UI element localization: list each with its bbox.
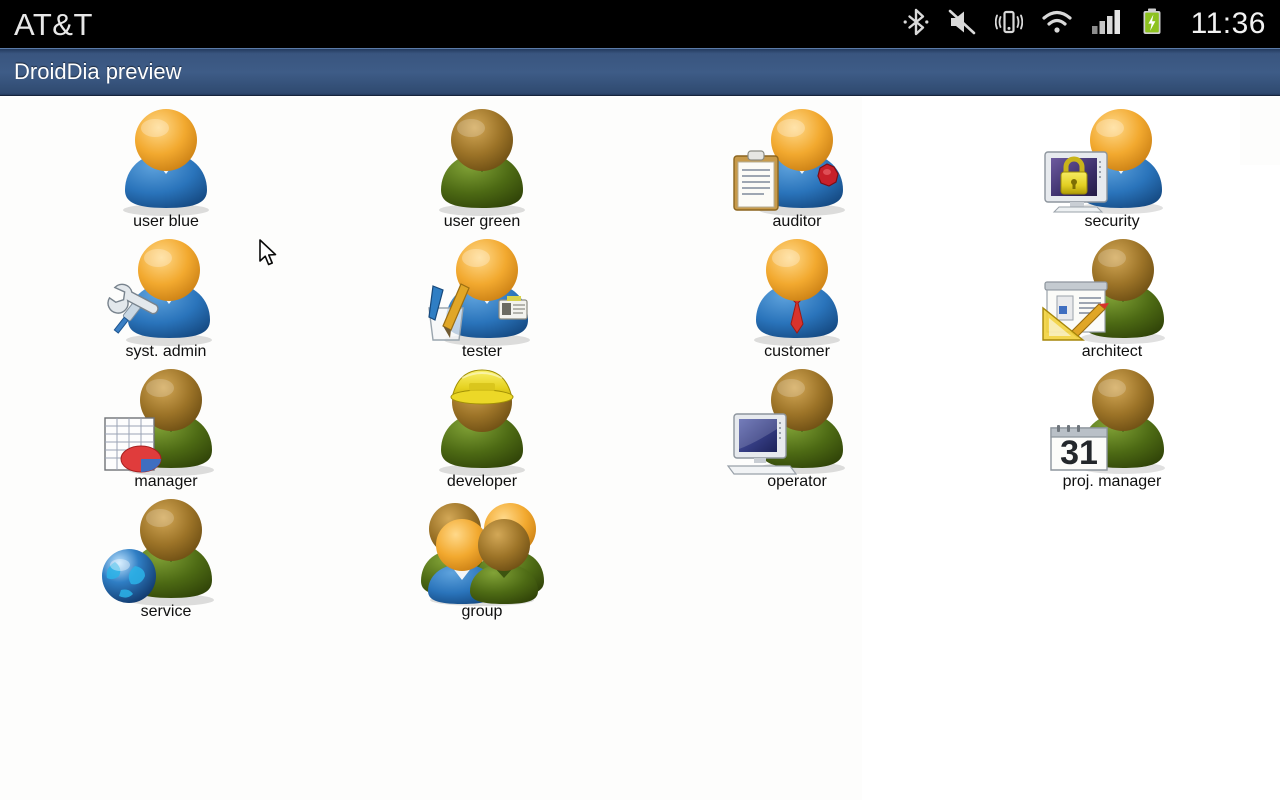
user-green-icon bbox=[407, 106, 557, 218]
architect-icon bbox=[1037, 236, 1187, 348]
auditor-icon bbox=[722, 106, 872, 218]
shape-proj-manager[interactable]: 31 proj. manager bbox=[1037, 366, 1187, 490]
group-icon bbox=[407, 496, 557, 608]
shape-architect[interactable]: architect bbox=[1037, 236, 1187, 360]
security-icon bbox=[1037, 106, 1187, 218]
carrier-label: AT&T bbox=[14, 6, 93, 42]
shape-manager[interactable]: manager bbox=[91, 366, 241, 490]
speaker-mute-icon bbox=[947, 7, 977, 42]
page-title: DroidDia preview bbox=[14, 58, 182, 84]
status-bar: AT&T 11:36 bbox=[0, 0, 1280, 48]
canvas-edge-background bbox=[1240, 97, 1280, 165]
tester-icon bbox=[407, 236, 557, 348]
shape-auditor[interactable]: auditor bbox=[722, 106, 872, 230]
shape-security[interactable]: security bbox=[1037, 106, 1187, 230]
shape-customer[interactable]: customer bbox=[722, 236, 872, 360]
proj-manager-icon: 31 bbox=[1037, 366, 1187, 478]
shape-user-green[interactable]: user green bbox=[407, 106, 557, 230]
shape-tester[interactable]: tester bbox=[407, 236, 557, 360]
battery-charging-icon bbox=[1141, 7, 1163, 42]
shape-service[interactable]: service bbox=[91, 496, 241, 620]
shape-group[interactable]: group bbox=[407, 496, 557, 620]
service-icon bbox=[91, 496, 241, 608]
bluetooth-icon bbox=[903, 7, 929, 42]
status-clock: 11:36 bbox=[1190, 7, 1266, 40]
user-blue-icon bbox=[91, 106, 241, 218]
status-icon-tray: 11:36 bbox=[903, 7, 1280, 42]
calendar-day-number: 31 bbox=[1060, 434, 1098, 472]
app-title-bar: DroidDia preview bbox=[0, 48, 1280, 96]
shape-syst-admin[interactable]: syst. admin bbox=[91, 236, 241, 360]
developer-icon bbox=[407, 366, 557, 478]
vibrate-icon bbox=[994, 7, 1023, 42]
customer-icon bbox=[722, 236, 872, 348]
syst-admin-icon bbox=[91, 236, 241, 348]
manager-icon bbox=[91, 366, 241, 478]
shape-operator[interactable]: operator bbox=[722, 366, 872, 490]
shape-palette-canvas[interactable]: user blue syst. admin manager service us… bbox=[0, 97, 1280, 800]
shape-developer[interactable]: developer bbox=[407, 366, 557, 490]
shape-user-blue[interactable]: user blue bbox=[91, 106, 241, 230]
cellular-signal-icon bbox=[1091, 7, 1123, 42]
operator-icon bbox=[722, 366, 872, 478]
wifi-icon bbox=[1041, 7, 1073, 42]
